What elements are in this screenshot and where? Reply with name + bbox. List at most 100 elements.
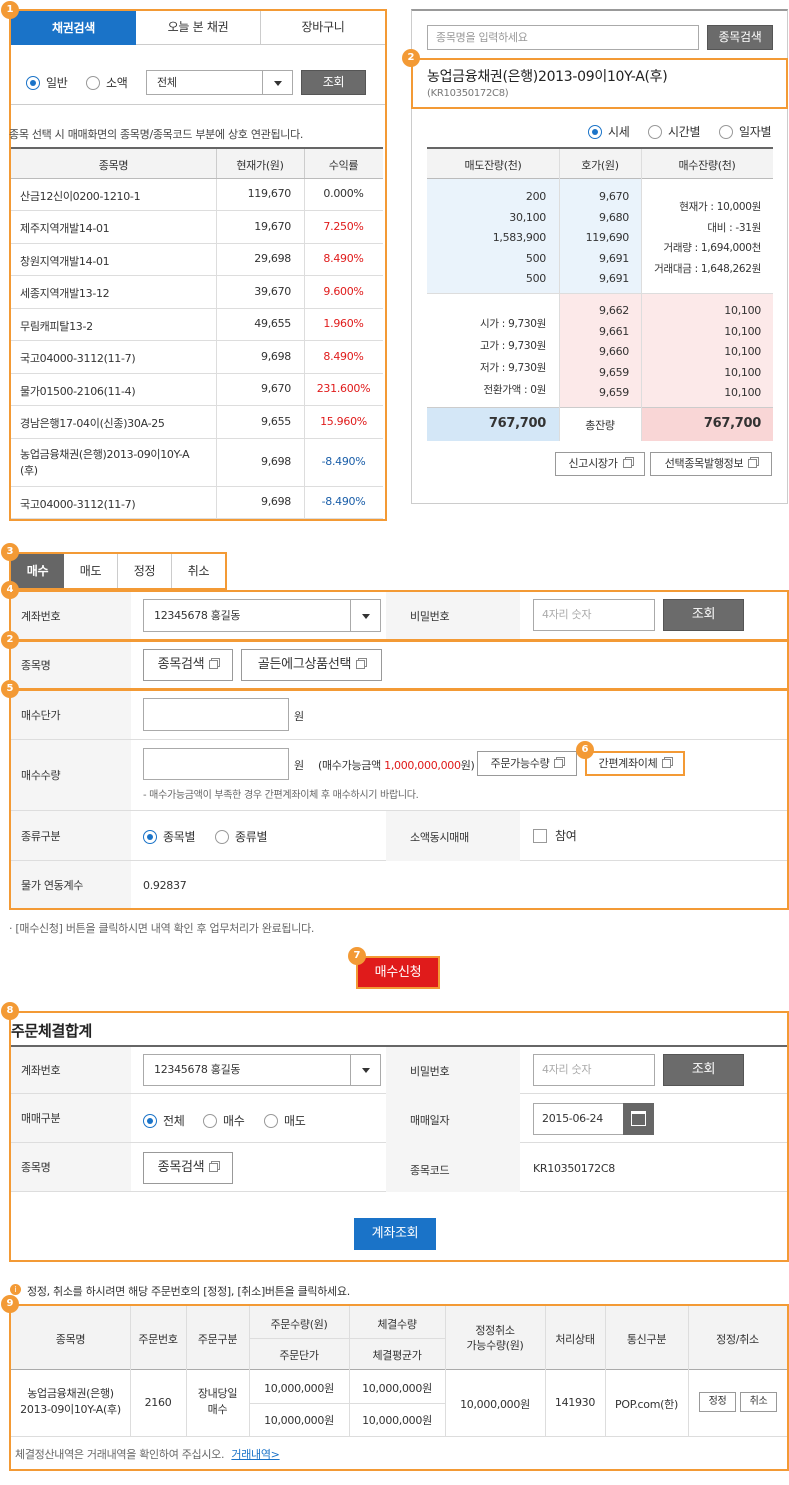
popup-icon bbox=[748, 459, 758, 468]
order-row-price: 10,000,000원 bbox=[264, 1414, 334, 1427]
report-market-price-button[interactable]: 신고시장가 bbox=[555, 452, 645, 476]
bond-price: 39,670 bbox=[254, 284, 291, 298]
trade-date-input[interactable]: 2015-06-24 bbox=[533, 1103, 625, 1135]
bond-price: 9,670 bbox=[261, 382, 291, 395]
orderbook-cell: 10,100 bbox=[724, 345, 761, 358]
col-header-qty: 주문수량(원) bbox=[270, 1318, 328, 1331]
total-label: 총잔량 bbox=[585, 419, 615, 432]
buy-submit-button[interactable]: 매수신청 bbox=[356, 956, 440, 989]
calendar-icon[interactable] bbox=[623, 1103, 654, 1135]
radio-hourly[interactable]: 시간별 bbox=[648, 123, 701, 140]
trade-date-label: 매매일자 bbox=[410, 1114, 450, 1127]
orderbook-cell: 9,659 bbox=[599, 386, 629, 399]
radio-trade-buy[interactable]: 매수 bbox=[203, 1112, 245, 1129]
radio-small-icon bbox=[86, 76, 100, 90]
radio-normal[interactable]: 일반 bbox=[26, 74, 68, 91]
badge-6: 6 bbox=[576, 741, 594, 759]
radio-trade-all-icon bbox=[143, 1114, 157, 1128]
ohlc-info: 시가 : 9,730원 고가 : 9,730원 저가 : 9,730원 전환가액 : … bbox=[427, 313, 546, 401]
radio-quote[interactable]: 시세 bbox=[588, 123, 630, 140]
orderbook-cell: 9,659 bbox=[599, 365, 629, 379]
total-buy: 767,700 bbox=[703, 416, 761, 431]
summary-item-search-button[interactable]: 종목검색 bbox=[143, 1152, 233, 1184]
orderbook-cell: 고가 : 9,730원 bbox=[480, 340, 546, 352]
bond-code: (KR10350172C8) bbox=[427, 88, 509, 99]
item-search-button[interactable]: 종목검색 bbox=[707, 25, 773, 50]
transaction-history-link[interactable]: 거래내역> bbox=[231, 1448, 280, 1461]
orderbook-cell: 현재가 : 10,000원 bbox=[679, 201, 761, 213]
orderbook-cell: 9,670 bbox=[599, 190, 629, 203]
order-row-avg: 10,000,000원 bbox=[362, 1414, 432, 1427]
orderbook-cell: 9,680 bbox=[599, 210, 629, 224]
tab-modify[interactable]: 정정 bbox=[118, 554, 172, 588]
table-row[interactable]: 국고04000-3112(11-7) 9,698 -8.490% bbox=[11, 487, 383, 519]
table-row[interactable]: 제주지역개발14-01 19,670 7.250% bbox=[11, 211, 383, 244]
radio-trade-all[interactable]: 전체 bbox=[143, 1112, 185, 1129]
item-name-input[interactable]: 종목명을 입력하세요 bbox=[427, 25, 699, 50]
total-sell: 767,700 bbox=[488, 416, 546, 431]
item-code-label: 종목코드 bbox=[410, 1164, 450, 1177]
summary-query-button[interactable]: 조회 bbox=[663, 1054, 744, 1086]
tab-cart[interactable]: 장바구니 bbox=[261, 11, 385, 45]
tab-sell[interactable]: 매도 bbox=[64, 554, 118, 588]
table-row[interactable]: 무림캐피탈13-2 49,655 1.960% bbox=[11, 309, 383, 341]
bond-yield: 1.960% bbox=[323, 317, 364, 330]
badge-5: 5 bbox=[1, 680, 19, 698]
summary-password-input[interactable]: 4자리 숫자 bbox=[533, 1054, 655, 1086]
radio-trade-sell-icon bbox=[264, 1114, 278, 1128]
orderbook: 매도잔량(천) 호가(원) 매수잔량(천) 200 30,100 1,583,900… bbox=[427, 147, 773, 441]
order-row-qty: 10,000,000원 bbox=[264, 1382, 334, 1395]
bond-name: 농업금융채권(은행)2013-09이10Y-A bbox=[20, 448, 190, 461]
tab-today-viewed[interactable]: 오늘 본 채권 bbox=[136, 11, 261, 45]
table-row[interactable]: 농업금융채권(은행)2013-09이10Y-A (후) 9,698 -8.490% bbox=[11, 439, 383, 487]
orderbook-cell: 9,660 bbox=[599, 345, 629, 358]
table-row[interactable]: 산금12신이0200-1210-1 119,670 0.000% bbox=[11, 179, 383, 211]
orderbook-cell: 10,100 bbox=[724, 304, 761, 317]
table-row[interactable]: 세종지역개발13-12 39,670 9.600% bbox=[11, 276, 383, 309]
bond-name: 국고04000-3112(11-7) bbox=[20, 498, 136, 511]
summary-password-label: 비밀번호 bbox=[410, 1065, 450, 1078]
badge-7: 7 bbox=[348, 947, 366, 965]
modify-order-button[interactable]: 정정 bbox=[699, 1392, 736, 1412]
col-header-no: 주문번호 bbox=[138, 1333, 178, 1346]
bond-price: 9,655 bbox=[261, 414, 291, 428]
sell-qty-col: 200 30,100 1,583,900 500 500 bbox=[427, 187, 547, 290]
tab-bond-search[interactable]: 채권검색 bbox=[11, 11, 136, 45]
col-header-price: 주문단가 bbox=[279, 1349, 319, 1362]
col-header-type: 주문구분 bbox=[197, 1333, 238, 1346]
bond-name: 국고04000-3112(11-7) bbox=[20, 352, 136, 365]
category-select[interactable]: 전체 bbox=[146, 70, 293, 95]
radio-small[interactable]: 소액 bbox=[86, 74, 128, 91]
col-header-action: 정정/취소 bbox=[716, 1333, 759, 1346]
col-divider bbox=[304, 179, 305, 519]
badge-4: 4 bbox=[1, 581, 19, 599]
bond-price: 29,698 bbox=[254, 252, 291, 265]
account-query-button[interactable]: 계좌조회 bbox=[354, 1218, 436, 1250]
table-row[interactable]: 창원지역개발14-01 29,698 8.490% bbox=[11, 244, 383, 276]
summary-title: 주문체결합계 bbox=[11, 1022, 93, 1040]
orderbook-cell: 119,690 bbox=[585, 231, 630, 244]
badge-9: 9 bbox=[1, 1295, 19, 1313]
orders-footer: 체결정산내역은 거래내역을 확인하여 주십시오. 거래내역> bbox=[15, 1448, 280, 1461]
bond-name: 제주지역개발14-01 bbox=[20, 222, 110, 235]
chevron-down-icon bbox=[262, 71, 292, 94]
table-row[interactable]: 물가01500-2106(11-4) 9,670 231.600% bbox=[11, 374, 383, 406]
radio-trade-sell[interactable]: 매도 bbox=[264, 1112, 306, 1129]
orders-notice: 정정, 취소를 하시려면 해당 주문번호의 [정정], [취소]버튼을 클릭하세… bbox=[27, 1285, 350, 1298]
tab-buy[interactable]: 매수 bbox=[11, 554, 64, 588]
tab-cancel[interactable]: 취소 bbox=[172, 554, 225, 588]
order-row-mod: 10,000,000원 bbox=[460, 1398, 530, 1411]
buy-price-col: 9,662 9,661 9,660 9,659 9,659 bbox=[559, 301, 629, 404]
buy-qty-col: 10,100 10,100 10,100 10,100 10,100 bbox=[641, 301, 761, 404]
radio-quote-icon bbox=[588, 125, 602, 139]
col-header-avg: 체결평균가 bbox=[372, 1349, 422, 1362]
table-row[interactable]: 국고04000-3112(11-7) 9,698 8.490% bbox=[11, 341, 383, 374]
badge-2: 2 bbox=[402, 49, 420, 67]
summary-account-select[interactable]: 12345678 홍길동 bbox=[143, 1054, 381, 1086]
cancel-order-button[interactable]: 취소 bbox=[740, 1392, 777, 1412]
left-search-button[interactable]: 조회 bbox=[301, 70, 366, 95]
bond-yield: 7.250% bbox=[323, 219, 364, 233]
issue-info-button[interactable]: 선택종목발행정보 bbox=[650, 452, 772, 476]
radio-daily[interactable]: 일자별 bbox=[719, 123, 772, 140]
table-row[interactable]: 경남은행17-04이(신종)30A-25 9,655 15.960% bbox=[11, 406, 383, 439]
